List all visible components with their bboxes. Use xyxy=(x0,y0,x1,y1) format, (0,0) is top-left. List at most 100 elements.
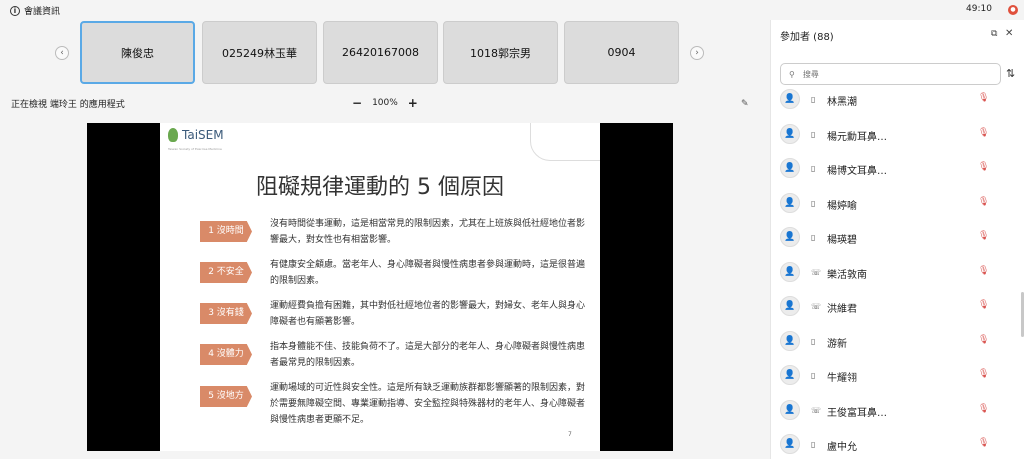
participant-row[interactable]: 👤 ▯ 楊瑛碧 🎙︎ xyxy=(771,222,1016,256)
participant-row[interactable]: 👤 ▯ 盧中允 🎙︎ xyxy=(771,429,1016,459)
participant-name: 王俊富耳鼻… xyxy=(827,407,887,419)
participant-row[interactable]: 👤 ☏ 洪維君 🎙︎ xyxy=(771,291,1016,325)
participant-row[interactable]: 👤 ▯ 牛耀翎 🎙︎ xyxy=(771,360,1016,394)
participant-row[interactable]: 👤 ▯ 林黑潮 🎙︎ xyxy=(771,84,1016,118)
muted-mic-icon[interactable]: 🎙︎ xyxy=(978,197,989,207)
annotate-icon[interactable]: ✎ xyxy=(741,99,749,109)
reason-tag: 5 沒地方 xyxy=(200,386,252,407)
logo-subtitle: Taiwan Society of Exercise Medicine xyxy=(168,147,222,151)
slide: TaiSEM Taiwan Society of Exercise Medici… xyxy=(160,123,600,451)
meeting-info-label: 會議資訊 xyxy=(24,7,61,17)
reason-text: 運動經費負擔有困難，其中對低社經地位者的影響最大，對婦女、老年人與身心障礙者也有… xyxy=(270,301,586,327)
video-tile[interactable]: 26420167008 xyxy=(323,21,438,84)
reason-tag: 3 沒有錢 xyxy=(200,303,252,324)
strip-next-button[interactable]: › xyxy=(690,46,704,60)
reason-text: 沒有時間從事運動，這是相當常見的限制因素，尤其在上班族與低社經地位者影響最大，對… xyxy=(270,219,586,245)
tile-name: 025249林玉華 xyxy=(222,46,297,60)
muted-mic-icon[interactable]: 🎙︎ xyxy=(978,128,989,138)
zoom-out-button[interactable]: − xyxy=(352,96,362,110)
reason-text: 運動場域的可近性與安全性。這是所有缺乏運動族群都影響顯著的限制因素，對於需要無障… xyxy=(270,383,586,425)
participant-row[interactable]: 👤 ▯ 游新 🎙︎ xyxy=(771,326,1016,360)
record-icon[interactable]: ● xyxy=(1008,5,1018,15)
zoom-controls: − 100% + xyxy=(352,96,418,110)
info-icon: i xyxy=(10,5,20,16)
participant-name: 洪維君 xyxy=(827,304,857,315)
video-tile[interactable]: 陳俊忠 xyxy=(80,21,195,84)
viewing-label: 正在檢視 端玲王 的應用程式 xyxy=(11,100,125,110)
zoom-in-button[interactable]: + xyxy=(408,96,418,110)
leaf-icon xyxy=(168,128,178,142)
search-icon: ⚲ xyxy=(789,69,795,79)
reason-tag: 2 不安全 xyxy=(200,262,252,283)
phone-icon: ▯ xyxy=(811,336,816,346)
participant-name: 楊元勳耳鼻… xyxy=(827,131,887,143)
video-tile[interactable]: 1018郭宗男 xyxy=(443,21,558,84)
avatar-icon: 👤 xyxy=(780,89,800,109)
participant-row[interactable]: 👤 ▯ 楊婷喻 🎙︎ xyxy=(771,188,1016,222)
participant-row[interactable]: 👤 ☏ 樂活敦南 🎙︎ xyxy=(771,257,1016,291)
close-icon[interactable]: ✕ xyxy=(1005,28,1013,39)
phone-icon: ▯ xyxy=(811,371,816,380)
slide-decoration xyxy=(530,123,600,161)
participants-panel: 參加者 (88) ⧉ ✕ ⚲ ⇅ 👤 ▯ 林黑潮 🎙︎ 👤 ▯ 楊元勳耳鼻… 🎙︎ 👤 ▯ 楊博文耳… xyxy=(770,20,1024,459)
avatar-icon: 👤 xyxy=(780,399,800,420)
participant-row[interactable]: 👤 ☏ 王俊富耳鼻… 🎙︎ xyxy=(771,395,1016,429)
call-icon: ☏ xyxy=(811,267,822,277)
muted-mic-icon[interactable]: 🎙︎ xyxy=(978,438,989,448)
muted-mic-icon[interactable]: 🎙︎ xyxy=(978,162,989,172)
avatar-icon: 👤 xyxy=(780,261,800,282)
call-icon: ☏ xyxy=(811,405,822,415)
muted-mic-icon[interactable]: 🎙︎ xyxy=(978,266,989,276)
phone-icon: ▯ xyxy=(811,164,816,173)
tile-name: 陳俊忠 xyxy=(121,46,154,60)
phone-icon: ▯ xyxy=(811,198,816,208)
phone-icon: ▯ xyxy=(811,95,816,104)
top-bar: i 會議資訊 xyxy=(0,0,770,20)
panel-title: 參加者 (88) xyxy=(780,32,834,43)
avatar-icon: 👤 xyxy=(780,227,800,247)
avatar-icon: 👤 xyxy=(780,365,800,385)
shared-screen: TaiSEM Taiwan Society of Exercise Medici… xyxy=(87,123,673,451)
call-icon: ☏ xyxy=(811,302,822,311)
muted-mic-icon[interactable]: 🎙︎ xyxy=(978,231,989,241)
tile-name: 1018郭宗男 xyxy=(470,46,531,60)
reason-text: 指本身體能不佳、技能負荷不了。這是大部分的老年人、身心障礙者與慢性病患者最常見的… xyxy=(270,342,586,368)
video-tile[interactable]: 025249林玉華 xyxy=(202,21,317,84)
muted-mic-icon[interactable]: 🎙︎ xyxy=(978,300,989,310)
slide-title: 阻礙規律運動的 5 個原因 xyxy=(256,175,504,200)
participant-name: 林黑潮 xyxy=(827,97,857,108)
reason-tag: 4 沒體力 xyxy=(200,344,252,365)
reason-tag: 1 沒時間 xyxy=(200,221,252,242)
meeting-info-button[interactable]: i 會議資訊 xyxy=(10,4,60,17)
participant-name: 游新 xyxy=(827,338,847,350)
popout-icon[interactable]: ⧉ xyxy=(991,29,997,39)
muted-mic-icon[interactable]: 🎙︎ xyxy=(978,93,989,103)
slide-logo: TaiSEM xyxy=(168,128,224,142)
muted-mic-icon[interactable]: 🎙︎ xyxy=(978,335,989,345)
muted-mic-icon[interactable]: 🎙︎ xyxy=(978,369,989,379)
participant-row[interactable]: 👤 ▯ 楊元勳耳鼻… 🎙︎ xyxy=(771,119,1016,153)
tile-name: 26420167008 xyxy=(342,46,419,59)
participant-name: 牛耀翎 xyxy=(827,373,857,384)
participant-name: 盧中允 xyxy=(827,442,857,453)
reason-text: 有健康安全顧慮。當老年人、身心障礙者與慢性病患者參與運動時，這是很普遍的限制因素… xyxy=(270,260,586,286)
participant-name: 楊婷喻 xyxy=(827,200,857,212)
muted-mic-icon[interactable]: 🎙︎ xyxy=(978,404,989,414)
phone-icon: ▯ xyxy=(811,233,816,242)
phone-icon: ▯ xyxy=(811,440,816,449)
avatar-icon: 👤 xyxy=(780,330,800,351)
strip-prev-button[interactable]: ‹ xyxy=(55,46,69,60)
avatar-icon: 👤 xyxy=(780,158,800,178)
search-box[interactable]: ⚲ xyxy=(780,63,1001,85)
participant-row[interactable]: 👤 ▯ 楊博文耳鼻… 🎙︎ xyxy=(771,153,1016,187)
avatar-icon: 👤 xyxy=(780,434,800,454)
slide-page-number: 7 xyxy=(568,431,572,438)
avatar-icon: 👤 xyxy=(780,192,800,213)
participant-name: 楊瑛碧 xyxy=(827,235,857,246)
participant-name: 樂活敦南 xyxy=(827,269,867,281)
logo-text: TaiSEM xyxy=(182,128,224,142)
avatar-icon: 👤 xyxy=(780,296,800,316)
video-tile[interactable]: 0904 xyxy=(564,21,679,84)
search-input[interactable] xyxy=(802,69,973,79)
sort-icon[interactable]: ⇅ xyxy=(1006,67,1015,80)
